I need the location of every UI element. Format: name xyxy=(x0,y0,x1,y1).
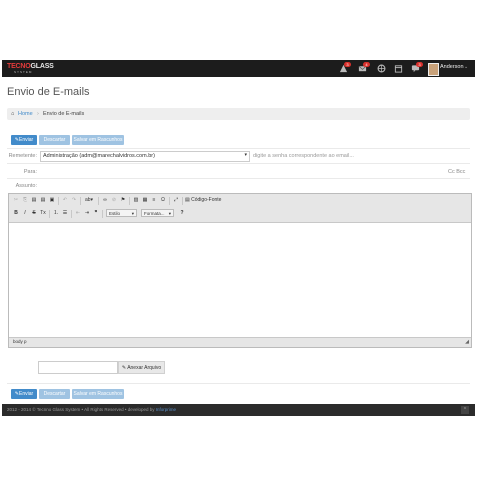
format-dropdown-label: Formata... xyxy=(144,211,165,216)
logo-accent-text: GLASS xyxy=(30,63,54,70)
strikethrough-icon[interactable]: S xyxy=(30,209,38,218)
developer-link[interactable]: Inforprime xyxy=(156,407,176,412)
dropdown-caret-icon: ▾ xyxy=(244,152,247,158)
indent-icon[interactable]: ⇥ xyxy=(83,209,91,218)
bulleted-list-icon[interactable]: ☰ xyxy=(61,209,69,218)
scroll-top-icon[interactable]: ⌃ xyxy=(461,406,469,414)
home-icon[interactable]: ⌂ xyxy=(11,111,14,117)
subject-input[interactable] xyxy=(40,179,470,191)
paste-word-icon[interactable]: ▣ xyxy=(48,196,56,205)
horizontal-rule-icon[interactable]: ≡ xyxy=(150,196,158,205)
to-input[interactable] xyxy=(40,165,440,177)
avatar[interactable] xyxy=(428,63,439,76)
cut-icon[interactable]: ✂ xyxy=(12,196,20,205)
dropdown-caret-icon: ▾ xyxy=(168,211,171,216)
numbered-list-icon[interactable]: ⒈ xyxy=(52,209,60,218)
breadcrumb-separator: › xyxy=(37,111,39,117)
alert-badge: 3 xyxy=(344,62,351,67)
remove-format-icon[interactable]: Tx xyxy=(39,209,47,218)
mail-badge: 4 xyxy=(363,62,370,67)
special-char-icon[interactable]: Ω xyxy=(159,196,167,205)
toolbar-separator xyxy=(169,197,170,205)
anchor-flag-icon[interactable]: ⚑ xyxy=(119,196,127,205)
footer-text: 2012 - 2014 © Tecnno Glass System • All … xyxy=(7,407,176,412)
blockquote-icon[interactable]: ❞ xyxy=(92,209,100,218)
toolbar-separator xyxy=(58,197,59,205)
discard-button-bottom[interactable]: Descartar xyxy=(39,389,70,399)
source-code-label: Código-Fonte xyxy=(191,197,222,203)
discard-button[interactable]: Descartar xyxy=(39,135,70,145)
top-navbar: TECNOGLASS SYSTEM 3 4 3 Anderson ⌄ xyxy=(2,60,475,77)
editor-toolbar: ✂ ⎘ ▤ ▤ ▣ ↶ ↷ ab▾ ∞ ⊘ ⚑ ▨ ▦ ≡ Ω ⤢ ▤ Códi… xyxy=(9,194,471,223)
editor-content-area[interactable] xyxy=(9,223,471,336)
editor-statusbar: body p ◢ xyxy=(9,337,471,347)
style-dropdown-label: Estilo xyxy=(109,211,121,216)
calendar-icon[interactable] xyxy=(394,64,403,73)
divider xyxy=(7,383,470,384)
cc-bcc-toggle[interactable]: Cc Bcc xyxy=(448,169,465,175)
toolbar-separator xyxy=(49,210,50,218)
divider xyxy=(7,148,470,149)
sender-select[interactable]: Administração (adm@marechalvidros.com.br… xyxy=(40,151,250,162)
globe-icon[interactable] xyxy=(377,64,386,73)
page-title: Envio de E-mails xyxy=(7,86,90,98)
breadcrumb-current: Envio de E-mails xyxy=(43,111,85,117)
sender-label: Remetente: xyxy=(8,153,37,159)
brand-logo[interactable]: TECNOGLASS SYSTEM xyxy=(7,63,54,74)
save-draft-button[interactable]: Salvar em Rascunhos xyxy=(72,135,124,145)
file-input[interactable] xyxy=(38,361,118,374)
rich-text-editor: ✂ ⎘ ▤ ▤ ▣ ↶ ↷ ab▾ ∞ ⊘ ⚑ ▨ ▦ ≡ Ω ⤢ ▤ Códi… xyxy=(8,193,472,348)
sender-value: Administração (adm@marechalvidros.com.br… xyxy=(43,153,155,159)
save-draft-button-bottom[interactable]: Salvar em Rascunhos xyxy=(72,389,124,399)
send-button-label: Enviar xyxy=(19,137,34,143)
resize-handle-icon[interactable]: ◢ xyxy=(465,339,469,345)
maximize-icon[interactable]: ⤢ xyxy=(172,196,180,205)
subject-label: Assunto: xyxy=(15,183,37,189)
password-input[interactable]: digite a senha correspondente ao email..… xyxy=(253,153,354,159)
outdent-icon[interactable]: ⇤ xyxy=(74,209,82,218)
toolbar-separator xyxy=(71,210,72,218)
footer-copyright: 2012 - 2014 © Tecnno Glass System • All … xyxy=(7,407,156,412)
footer: 2012 - 2014 © Tecnno Glass System • All … xyxy=(2,404,475,416)
send-button[interactable]: ✎Enviar xyxy=(11,135,37,145)
toolbar-separator xyxy=(102,210,103,218)
send-button-bottom[interactable]: ✎Enviar xyxy=(11,389,37,399)
source-code-button[interactable]: ▤ Código-Fonte xyxy=(185,196,225,205)
italic-icon[interactable]: I xyxy=(21,209,29,218)
format-dropdown[interactable]: Formata... ▾ xyxy=(141,209,174,217)
logo-sub-text: SYSTEM xyxy=(14,70,33,74)
toolbar-separator xyxy=(129,197,130,205)
spellcheck-icon[interactable]: ab▾ xyxy=(83,196,95,205)
bold-icon[interactable]: B xyxy=(12,209,20,218)
unlink-icon[interactable]: ⊘ xyxy=(110,196,118,205)
paste-text-icon[interactable]: ▤ xyxy=(39,196,47,205)
image-icon[interactable]: ▨ xyxy=(132,196,140,205)
table-icon[interactable]: ▦ xyxy=(141,196,149,205)
send-button-label: Enviar xyxy=(19,391,34,397)
logo-main-text: TECNO xyxy=(7,63,31,70)
user-name[interactable]: Anderson xyxy=(440,64,464,70)
attach-file-button[interactable]: ✎ Anexar Arquivo xyxy=(118,361,165,374)
element-path: body p xyxy=(13,339,27,344)
toolbar-separator xyxy=(80,197,81,205)
help-button[interactable]: ? xyxy=(178,209,186,218)
link-icon[interactable]: ∞ xyxy=(101,196,109,205)
redo-icon[interactable]: ↷ xyxy=(70,196,78,205)
breadcrumb: ⌂ Home › Envio de E-mails xyxy=(7,108,470,120)
toolbar-separator xyxy=(98,197,99,205)
style-dropdown[interactable]: Estilo ▾ xyxy=(106,209,137,217)
divider xyxy=(7,163,470,164)
to-label: Para: xyxy=(23,169,37,175)
comments-badge: 3 xyxy=(416,62,423,67)
dropdown-caret-icon: ▾ xyxy=(131,211,134,216)
paste-icon[interactable]: ▤ xyxy=(30,196,38,205)
attach-file-label: Anexar Arquivo xyxy=(127,365,162,371)
toolbar-separator xyxy=(182,197,183,205)
app-window: TECNOGLASS SYSTEM 3 4 3 Anderson ⌄ Envio… xyxy=(2,60,475,416)
breadcrumb-home[interactable]: Home xyxy=(18,111,33,117)
undo-icon[interactable]: ↶ xyxy=(61,196,69,205)
copy-icon[interactable]: ⎘ xyxy=(21,196,29,205)
chevron-down-icon[interactable]: ⌄ xyxy=(464,64,468,70)
